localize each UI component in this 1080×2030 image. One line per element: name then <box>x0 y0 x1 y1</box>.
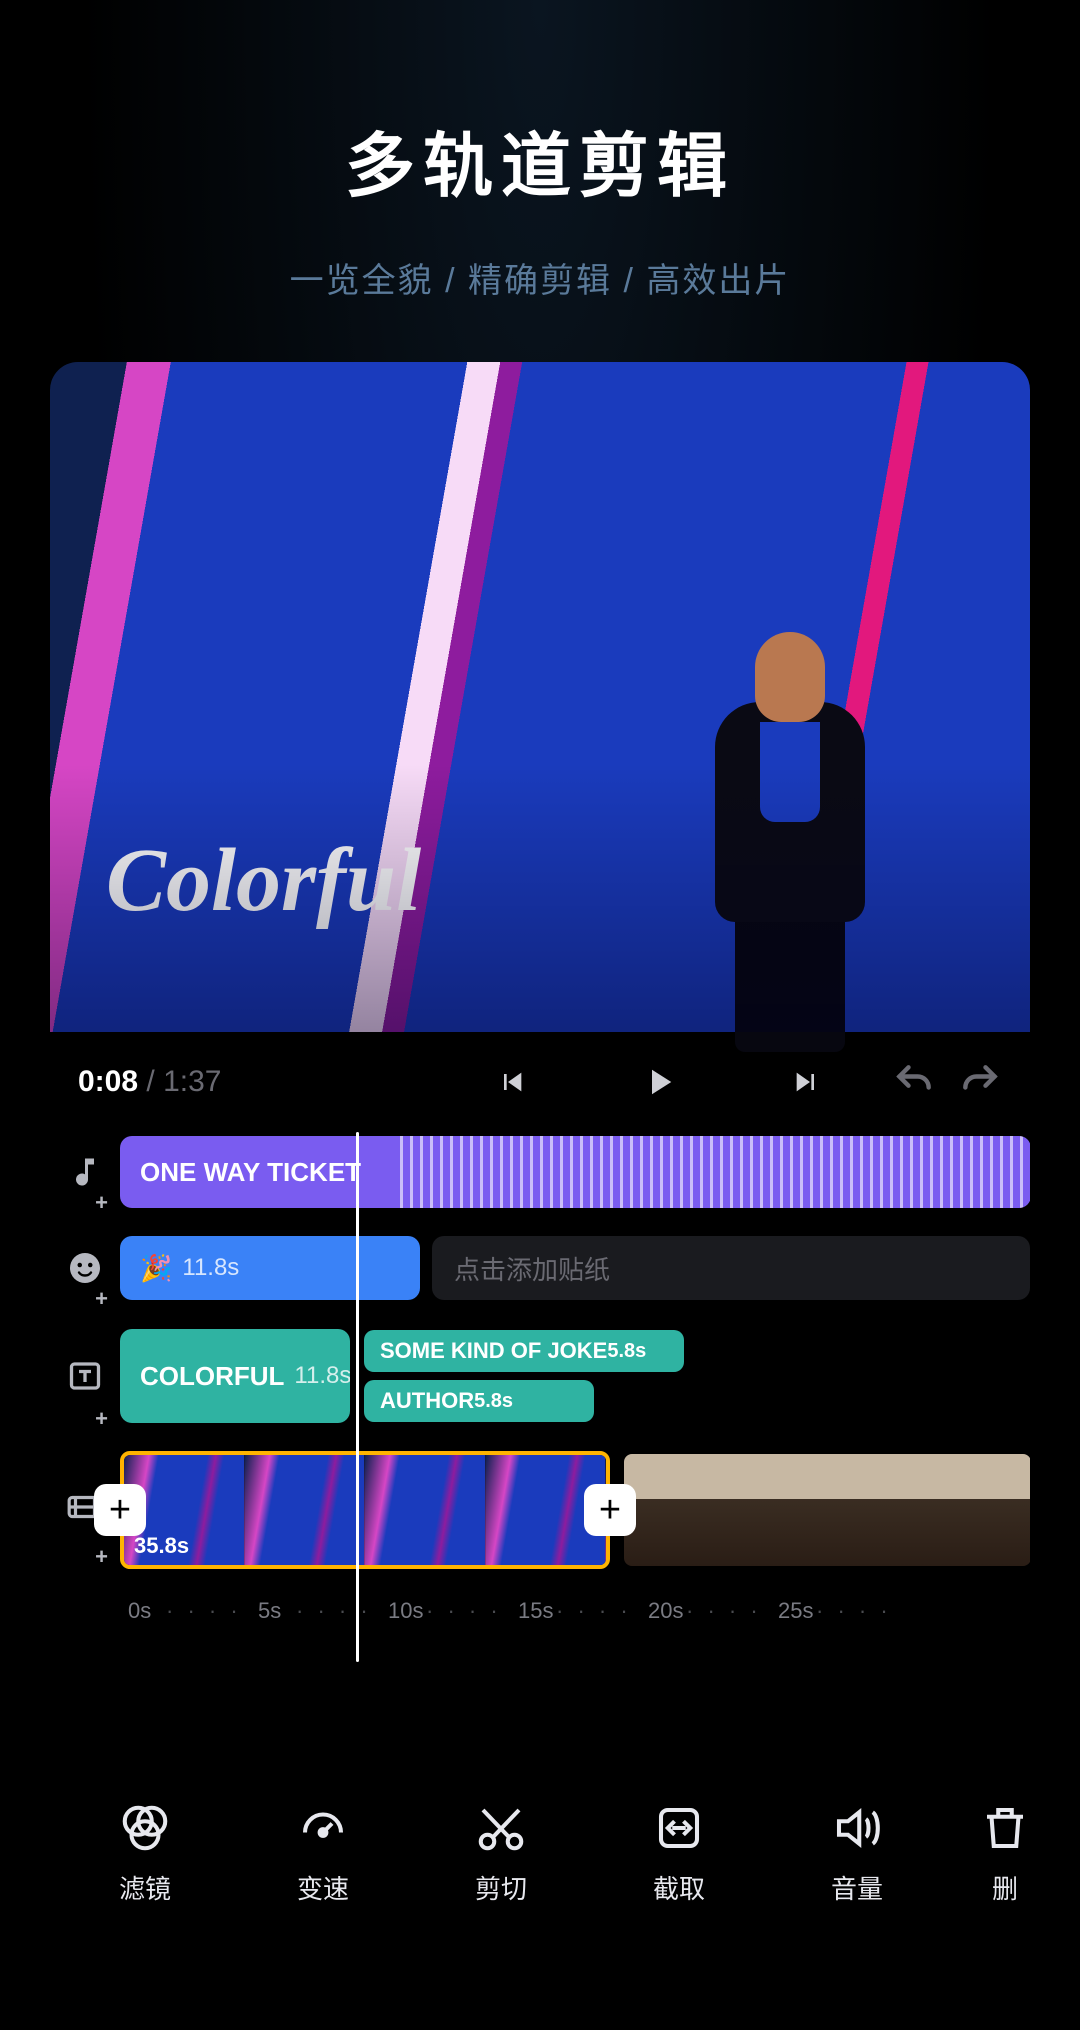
time-current: 0:08 <box>78 1065 138 1098</box>
video-preview[interactable]: Colorful <box>50 362 1030 1032</box>
time-ruler[interactable]: 0s 5s 10s 15s 20s 25s <box>120 1598 1030 1624</box>
preview-figure <box>705 632 875 1032</box>
ruler-tick: 10s <box>388 1598 518 1624</box>
time-sep: / <box>138 1065 163 1098</box>
text-mini2-duration: 5.8s <box>474 1390 513 1413</box>
video-clip-selected[interactable]: 35.8s <box>120 1451 610 1569</box>
delete-button[interactable]: 删 <box>960 1801 1030 1906</box>
text-clip-main[interactable]: COLORFUL 11.8s <box>120 1329 350 1423</box>
add-sticker-placeholder[interactable]: 点击添加贴纸 <box>432 1236 1030 1300</box>
text-mini1-label: SOME KIND OF JOKE <box>380 1338 607 1364</box>
sticker-duration: 11.8s <box>182 1254 239 1282</box>
sticker-emoji: 🎉 <box>140 1253 172 1284</box>
hero-subtitle: 一览全貌 / 精确剪辑 / 高效出片 <box>0 253 1080 302</box>
hero-title: 多轨道剪辑 <box>0 110 1080 211</box>
video-clip-duration: 35.8s <box>134 1533 189 1559</box>
crop-label: 截取 <box>653 1869 705 1906</box>
add-text-icon[interactable]: + <box>50 1324 120 1428</box>
playhead[interactable] <box>356 1132 359 1662</box>
redo-button[interactable] <box>958 1060 1002 1104</box>
filter-label: 滤镜 <box>119 1869 171 1906</box>
timeline-tracks[interactable]: + ONE WAY TICKET + 🎉 11.8s 点击添加贴纸 <box>50 1132 1030 1624</box>
play-button[interactable] <box>638 1061 680 1103</box>
cut-button[interactable]: 剪切 <box>426 1801 576 1906</box>
editor-frame: Colorful 0:08 / 1:37 <box>50 362 1030 1932</box>
text-clip-label: COLORFUL <box>140 1361 284 1392</box>
ruler-tick: 5s <box>258 1598 388 1624</box>
add-sticker-text: 点击添加贴纸 <box>454 1250 610 1287</box>
ruler-tick: 25s <box>778 1598 908 1624</box>
transport-bar: 0:08 / 1:37 <box>50 1032 1030 1132</box>
volume-button[interactable]: 音量 <box>782 1801 932 1906</box>
volume-label: 音量 <box>831 1869 883 1906</box>
preview-text-overlay: Colorful <box>106 829 421 932</box>
time-total: 1:37 <box>163 1065 221 1098</box>
add-music-icon[interactable]: + <box>50 1132 120 1212</box>
ruler-tick: 15s <box>518 1598 648 1624</box>
sticker-clip[interactable]: 🎉 11.8s <box>120 1236 420 1300</box>
crop-button[interactable]: 截取 <box>604 1801 754 1906</box>
waveform-icon <box>400 1136 1030 1208</box>
text-clip-mini-2[interactable]: AUTHOR 5.8s <box>364 1380 594 1422</box>
undo-button[interactable] <box>892 1060 936 1104</box>
music-clip[interactable]: ONE WAY TICKET <box>120 1136 1030 1208</box>
filter-button[interactable]: 滤镜 <box>70 1801 220 1906</box>
time-display: 0:08 / 1:37 <box>78 1065 221 1099</box>
prev-button[interactable] <box>496 1066 528 1098</box>
text-mini2-label: AUTHOR <box>380 1388 474 1414</box>
ruler-tick: 0s <box>128 1598 258 1624</box>
next-button[interactable] <box>790 1066 822 1098</box>
clip-handle-left[interactable]: + <box>94 1484 146 1536</box>
speed-label: 变速 <box>297 1869 349 1906</box>
text-mini1-duration: 5.8s <box>607 1340 646 1363</box>
text-clip-duration: 11.8s <box>294 1362 350 1390</box>
speed-button[interactable]: 变速 <box>248 1801 398 1906</box>
ruler-tick: 20s <box>648 1598 778 1624</box>
text-clip-mini-1[interactable]: SOME KIND OF JOKE 5.8s <box>364 1330 684 1372</box>
cut-label: 剪切 <box>475 1869 527 1906</box>
bottom-toolbar: 滤镜 变速 剪切 截取 音量 删 <box>50 1801 1030 1906</box>
video-clip-next[interactable] <box>624 1454 1030 1566</box>
delete-label: 删 <box>992 1869 1018 1906</box>
music-clip-label: ONE WAY TICKET <box>140 1157 361 1188</box>
clip-handle-right[interactable]: + <box>584 1484 636 1536</box>
add-sticker-icon[interactable]: + <box>50 1228 120 1308</box>
